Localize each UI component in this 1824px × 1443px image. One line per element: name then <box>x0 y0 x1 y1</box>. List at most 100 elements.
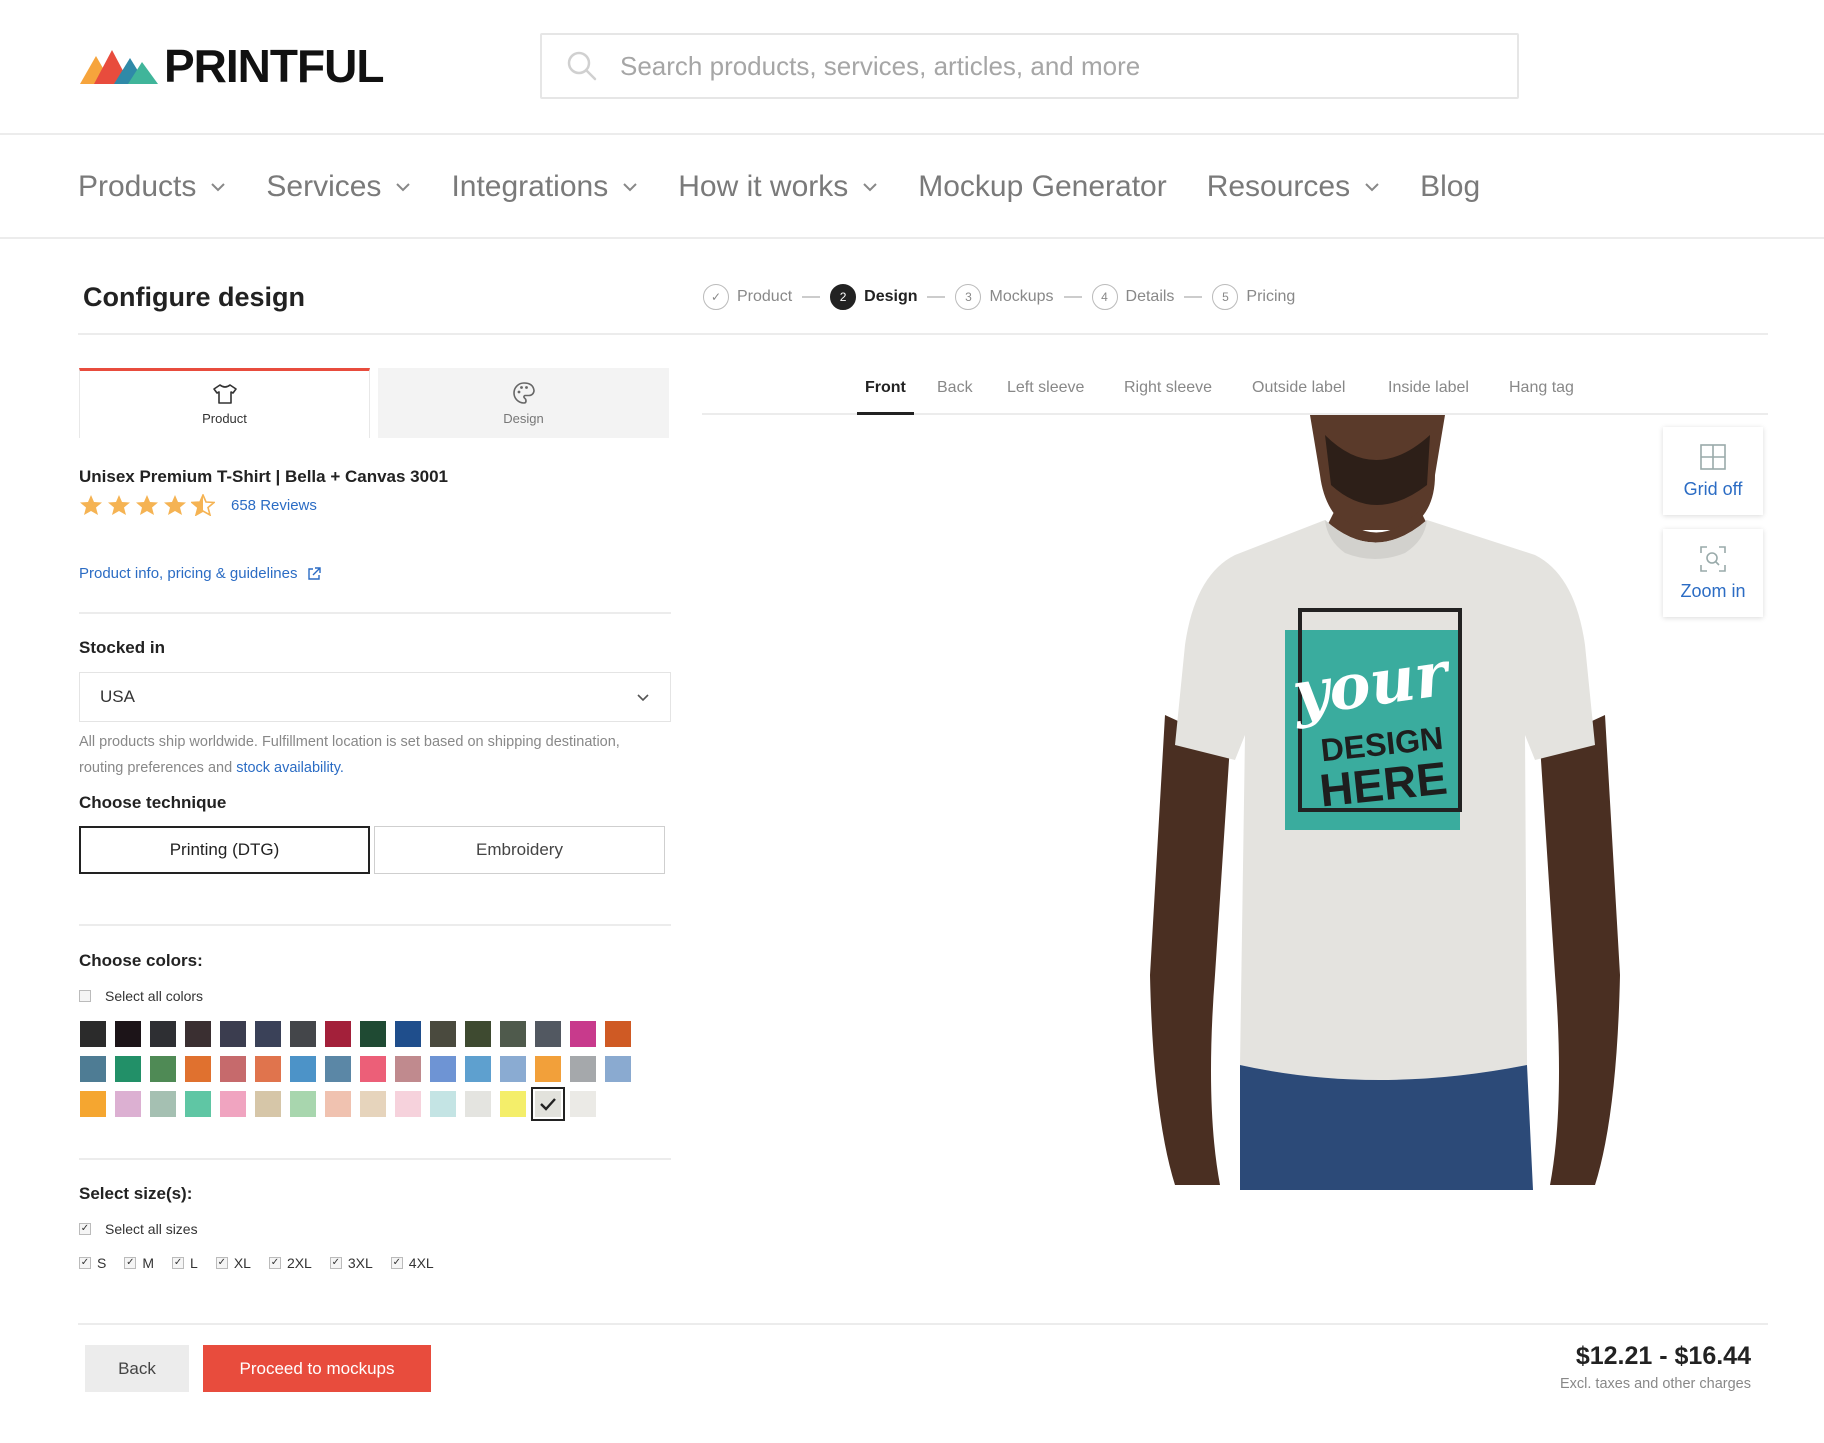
size-checkbox[interactable]: ✓ <box>124 1257 137 1269</box>
stocked-select[interactable]: USA <box>79 672 671 722</box>
tab-hang-tag[interactable]: Hang tag <box>1509 379 1574 397</box>
nav-blog[interactable]: Blog <box>1420 170 1480 204</box>
size-checkbox[interactable]: ✓ <box>215 1257 228 1269</box>
tab-product[interactable]: Product <box>79 368 370 438</box>
color-swatch[interactable] <box>115 1091 141 1117</box>
grid-toggle-button[interactable]: Grid off <box>1663 427 1763 515</box>
product-info-link[interactable]: Product info, pricing & guidelines <box>79 565 322 582</box>
color-swatch[interactable] <box>150 1091 176 1117</box>
color-swatch[interactable] <box>255 1056 281 1082</box>
tab-front[interactable]: Front <box>857 379 914 415</box>
step-details[interactable]: 4 Details <box>1091 284 1174 310</box>
select-all-colors[interactable]: Select all colors <box>79 988 203 1004</box>
color-swatch[interactable] <box>535 1021 561 1047</box>
tab-inside-label[interactable]: Inside label <box>1388 379 1469 397</box>
technique-dtg-button[interactable]: Printing (DTG) <box>79 826 370 874</box>
search-input[interactable] <box>620 50 1480 82</box>
stock-availability-link[interactable]: stock availability. <box>236 760 344 776</box>
color-swatch[interactable] <box>500 1091 526 1117</box>
color-swatch[interactable] <box>535 1056 561 1082</box>
tab-back[interactable]: Back <box>937 379 973 397</box>
color-swatch[interactable] <box>395 1091 421 1117</box>
color-swatch[interactable] <box>290 1091 316 1117</box>
color-swatch[interactable] <box>430 1091 456 1117</box>
color-swatch[interactable] <box>290 1056 316 1082</box>
step-mockups[interactable]: 3 Mockups <box>955 284 1054 310</box>
color-swatch[interactable] <box>80 1091 106 1117</box>
tab-outside-label[interactable]: Outside label <box>1252 379 1345 397</box>
color-swatch[interactable] <box>325 1091 351 1117</box>
technique-embroidery-button[interactable]: Embroidery <box>374 826 665 874</box>
step-pricing[interactable]: 5 Pricing <box>1212 284 1295 310</box>
color-swatch[interactable] <box>185 1021 211 1047</box>
color-swatch-selected[interactable] <box>531 1087 565 1121</box>
size-l[interactable]: ✓ L <box>172 1255 198 1271</box>
color-swatch[interactable] <box>115 1021 141 1047</box>
color-swatch[interactable] <box>395 1056 421 1082</box>
color-swatch[interactable] <box>465 1056 491 1082</box>
color-swatch[interactable] <box>220 1056 246 1082</box>
color-swatch[interactable] <box>360 1056 386 1082</box>
size-2xl[interactable]: ✓ 2XL <box>268 1255 312 1271</box>
select-all-sizes-checkbox[interactable]: ✓ <box>79 1223 91 1235</box>
color-swatch[interactable] <box>430 1056 456 1082</box>
size-checkbox[interactable]: ✓ <box>268 1257 281 1269</box>
color-swatch[interactable] <box>360 1021 386 1047</box>
nav-integrations[interactable]: Integrations <box>451 170 638 204</box>
color-swatch[interactable] <box>220 1091 246 1117</box>
color-swatch[interactable] <box>605 1021 631 1047</box>
color-swatch[interactable] <box>570 1091 596 1117</box>
color-swatch[interactable] <box>605 1056 631 1082</box>
proceed-to-mockups-button[interactable]: Proceed to mockups <box>203 1345 431 1392</box>
size-checkbox[interactable]: ✓ <box>329 1257 342 1269</box>
color-swatch[interactable] <box>430 1021 456 1047</box>
color-swatch[interactable] <box>465 1021 491 1047</box>
color-swatch[interactable] <box>80 1021 106 1047</box>
size-s[interactable]: ✓ S <box>79 1255 106 1271</box>
tab-left-sleeve[interactable]: Left sleeve <box>1007 379 1084 397</box>
color-swatch[interactable] <box>325 1021 351 1047</box>
nav-products[interactable]: Products <box>78 170 226 204</box>
color-swatch[interactable] <box>255 1091 281 1117</box>
color-swatch[interactable] <box>150 1021 176 1047</box>
color-swatch[interactable] <box>290 1021 316 1047</box>
color-swatch[interactable] <box>220 1021 246 1047</box>
color-swatch[interactable] <box>570 1056 596 1082</box>
reviews-link[interactable]: 658 Reviews <box>231 497 317 514</box>
color-swatch[interactable] <box>115 1056 141 1082</box>
step-product[interactable]: ✓ Product <box>703 284 792 310</box>
size-checkbox[interactable]: ✓ <box>79 1257 91 1269</box>
color-swatch[interactable] <box>360 1091 386 1117</box>
search-box[interactable] <box>540 33 1519 99</box>
rating-stars[interactable]: 658 Reviews <box>79 494 317 516</box>
nav-resources[interactable]: Resources <box>1207 170 1380 204</box>
color-swatch[interactable] <box>325 1056 351 1082</box>
printful-logo[interactable]: PRINTFUL <box>80 43 384 89</box>
step-design[interactable]: 2 Design <box>830 284 917 310</box>
color-swatch[interactable] <box>465 1091 491 1117</box>
color-swatch[interactable] <box>570 1021 596 1047</box>
size-4xl[interactable]: ✓ 4XL <box>390 1255 434 1271</box>
zoom-in-button[interactable]: Zoom in <box>1663 529 1763 617</box>
color-swatch[interactable] <box>500 1056 526 1082</box>
size-3xl[interactable]: ✓ 3XL <box>329 1255 373 1271</box>
color-swatch[interactable] <box>185 1056 211 1082</box>
color-swatch[interactable] <box>150 1056 176 1082</box>
back-button[interactable]: Back <box>85 1345 189 1392</box>
color-swatch[interactable] <box>500 1021 526 1047</box>
color-swatch[interactable] <box>80 1056 106 1082</box>
color-swatch[interactable] <box>185 1091 211 1117</box>
color-swatch[interactable] <box>395 1021 421 1047</box>
select-all-sizes[interactable]: ✓ Select all sizes <box>79 1221 198 1237</box>
size-checkbox[interactable]: ✓ <box>390 1257 403 1269</box>
tab-right-sleeve[interactable]: Right sleeve <box>1124 379 1212 397</box>
size-checkbox[interactable]: ✓ <box>172 1257 185 1269</box>
tab-design[interactable]: Design <box>378 368 669 438</box>
color-swatch[interactable] <box>255 1021 281 1047</box>
size-m[interactable]: ✓ M <box>124 1255 154 1271</box>
select-all-colors-checkbox[interactable] <box>79 990 91 1002</box>
nav-how-it-works[interactable]: How it works <box>678 170 878 204</box>
nav-mockup-generator[interactable]: Mockup Generator <box>918 170 1166 204</box>
size-xl[interactable]: ✓ XL <box>215 1255 251 1271</box>
nav-services[interactable]: Services <box>266 170 411 204</box>
